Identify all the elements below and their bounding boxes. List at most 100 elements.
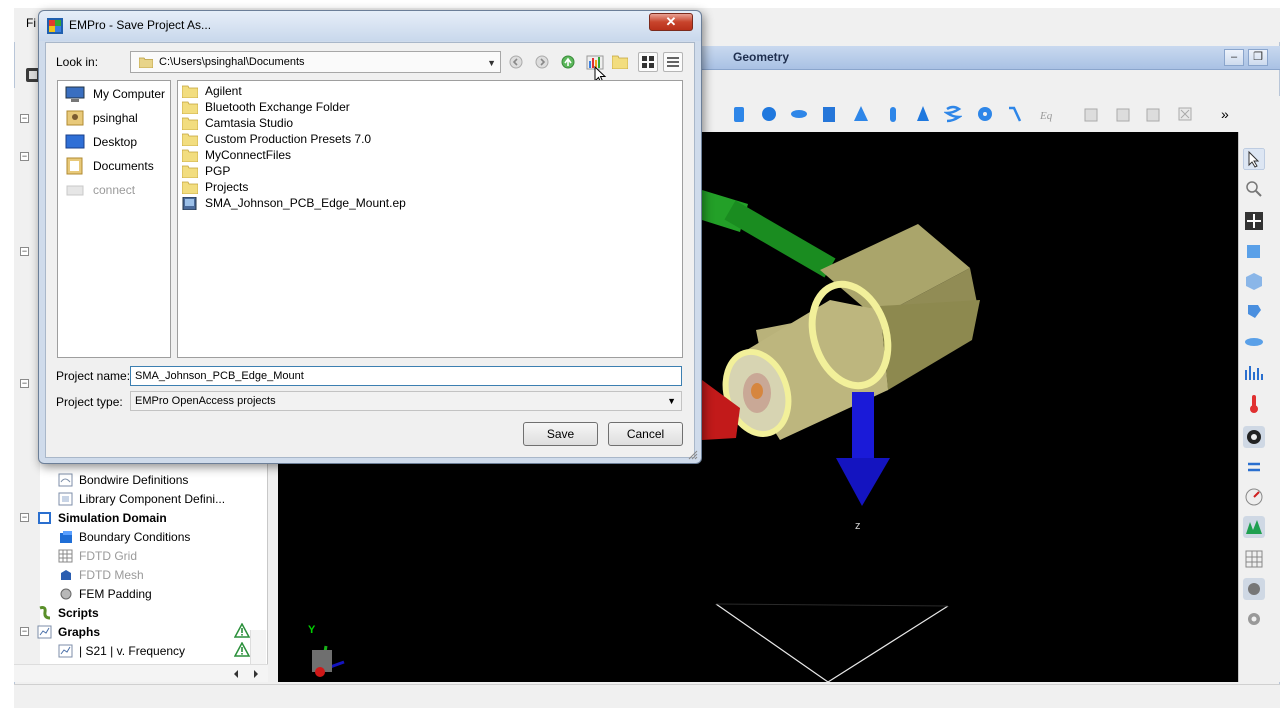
menu-file[interactable]: Fi: [26, 16, 36, 30]
tree-item-scripts[interactable]: Scripts: [37, 603, 99, 622]
place-desktop[interactable]: Desktop: [64, 131, 137, 153]
folder-icon: [182, 117, 198, 130]
wire-shape-icon[interactable]: [1006, 104, 1024, 124]
tree-item-label: Bondwire Definitions: [79, 472, 189, 487]
tree-item-s21-graph[interactable]: | S21 | v. Frequency: [58, 641, 185, 660]
tree-item-fdtd-mesh[interactable]: FDTD Mesh: [58, 565, 144, 584]
tree-collapse-icon[interactable]: −: [20, 247, 29, 256]
disc-shape-icon[interactable]: [790, 104, 808, 124]
dialog-close-button[interactable]: ✕: [649, 13, 693, 31]
tree-item-fdtd-grid[interactable]: FDTD Grid: [58, 546, 137, 565]
svg-text:Eq: Eq: [1039, 110, 1053, 122]
boolean-union-icon[interactable]: [1082, 104, 1100, 124]
sphere-shape-icon[interactable]: [760, 104, 778, 124]
list-item[interactable]: Custom Production Presets 7.0: [182, 131, 371, 147]
save-button[interactable]: Save: [523, 422, 598, 446]
tree-vertical-scrollbar[interactable]: [250, 630, 266, 666]
place-my-computer[interactable]: My Computer: [64, 83, 165, 105]
tree-collapse-icon[interactable]: −: [20, 627, 29, 636]
forward-arrow-icon: [535, 55, 549, 69]
back-button[interactable]: [506, 52, 526, 72]
places-sidebar: My Computer psinghal Desktop Documents c…: [57, 80, 171, 358]
delete-shape-icon[interactable]: [1176, 104, 1194, 124]
project-name-input[interactable]: [130, 366, 682, 386]
equation-shape-icon[interactable]: Eq: [1038, 104, 1056, 124]
forward-button[interactable]: [532, 52, 552, 72]
settings-gear-icon[interactable]: [1243, 608, 1265, 630]
project-file-icon: [182, 196, 197, 210]
list-item[interactable]: PGP: [182, 163, 230, 179]
tree-item-boundary-conditions[interactable]: Boundary Conditions: [58, 527, 190, 546]
tree-item-library-component[interactable]: Library Component Defini...: [58, 489, 225, 508]
folder-view-button[interactable]: [610, 52, 630, 72]
view-iso-icon[interactable]: [1243, 270, 1265, 292]
tree-collapse-icon[interactable]: −: [20, 379, 29, 388]
view-rotate-icon[interactable]: [1243, 300, 1265, 322]
spectrum-icon[interactable]: [1243, 516, 1265, 538]
tree-item-bondwire-definitions[interactable]: Bondwire Definitions: [58, 470, 188, 489]
tree-item-label: FDTD Mesh: [79, 567, 144, 582]
folder-icon: [182, 165, 198, 178]
list-item[interactable]: SMA_Johnson_PCB_Edge_Mount.ep: [182, 195, 406, 211]
tree-item-label: Library Component Defini...: [79, 491, 226, 506]
cancel-button[interactable]: Cancel: [608, 422, 683, 446]
view-plane-icon[interactable]: [1243, 330, 1265, 352]
toolbar-overflow-icon[interactable]: »: [1218, 104, 1236, 124]
restore-button[interactable]: ❐: [1248, 49, 1268, 66]
cylinder-shape-icon[interactable]: [820, 104, 838, 124]
folder-icon: [182, 101, 198, 114]
tree-collapse-icon[interactable]: −: [20, 513, 29, 522]
list-item[interactable]: MyConnectFiles: [182, 147, 291, 163]
scroll-arrows-icon[interactable]: [234, 669, 264, 679]
minimize-button[interactable]: –: [1224, 49, 1244, 66]
place-documents[interactable]: Documents: [64, 155, 154, 177]
list-item[interactable]: Projects: [182, 179, 248, 195]
cone-shape-icon[interactable]: [914, 104, 932, 124]
grid-icon: [58, 549, 73, 562]
library-icon: [58, 492, 73, 505]
user-folder-icon: [66, 110, 84, 126]
file-list[interactable]: Agilent Bluetooth Exchange Folder Camtas…: [177, 80, 683, 358]
boolean-intersect-icon[interactable]: [1144, 104, 1162, 124]
place-label: connect: [93, 183, 136, 197]
box-shape-icon[interactable]: [730, 104, 748, 124]
parent-directory-button[interactable]: [558, 52, 578, 72]
look-in-combo[interactable]: C:\Users\psinghal\Documents ▼: [130, 51, 501, 73]
gauge-icon[interactable]: [1243, 486, 1265, 508]
pyramid-shape-icon[interactable]: [852, 104, 870, 124]
detail-view-button[interactable]: [663, 52, 683, 72]
render-mode-icon[interactable]: [1243, 426, 1265, 448]
project-type-select[interactable]: EMPro OpenAccess projects ▼: [130, 391, 682, 411]
tree-item-fem-padding[interactable]: FEM Padding: [58, 584, 152, 603]
list-item[interactable]: Agilent: [182, 83, 242, 99]
select-pointer-icon[interactable]: [1243, 148, 1265, 170]
tree-horizontal-scrollbar[interactable]: [14, 664, 268, 682]
torus-shape-icon[interactable]: [976, 104, 994, 124]
thermometer-icon[interactable]: [1243, 392, 1265, 414]
tree-item-label: Boundary Conditions: [79, 529, 191, 544]
field-graph-icon[interactable]: [1243, 362, 1265, 384]
refresh-icon[interactable]: [1243, 456, 1265, 478]
helix-shape-icon[interactable]: [944, 104, 962, 124]
place-label: psinghal: [93, 111, 138, 125]
pan-icon[interactable]: [1243, 210, 1265, 232]
file-name: Bluetooth Exchange Folder: [205, 100, 350, 114]
mesh-view-icon[interactable]: [1243, 548, 1265, 570]
tree-collapse-icon[interactable]: −: [20, 114, 29, 123]
list-item[interactable]: Camtasia Studio: [182, 115, 293, 131]
zoom-icon[interactable]: [1243, 178, 1265, 200]
tree-item-simulation-domain[interactable]: Simulation Domain: [37, 508, 167, 527]
tree-item-graphs[interactable]: Graphs: [37, 622, 100, 641]
list-view-button[interactable]: [638, 52, 658, 72]
boolean-subtract-icon[interactable]: [1114, 104, 1132, 124]
padding-icon: [60, 588, 72, 599]
project-type-label: Project type:: [56, 395, 123, 409]
tree-collapse-icon[interactable]: −: [20, 152, 29, 161]
place-psinghal[interactable]: psinghal: [64, 107, 138, 129]
resize-grip-icon[interactable]: [688, 450, 698, 460]
list-item[interactable]: Bluetooth Exchange Folder: [182, 99, 350, 115]
camera-icon[interactable]: [1243, 578, 1265, 600]
tube-shape-icon[interactable]: [884, 104, 902, 124]
place-connect[interactable]: connect: [64, 179, 135, 201]
view-front-icon[interactable]: [1243, 240, 1265, 262]
